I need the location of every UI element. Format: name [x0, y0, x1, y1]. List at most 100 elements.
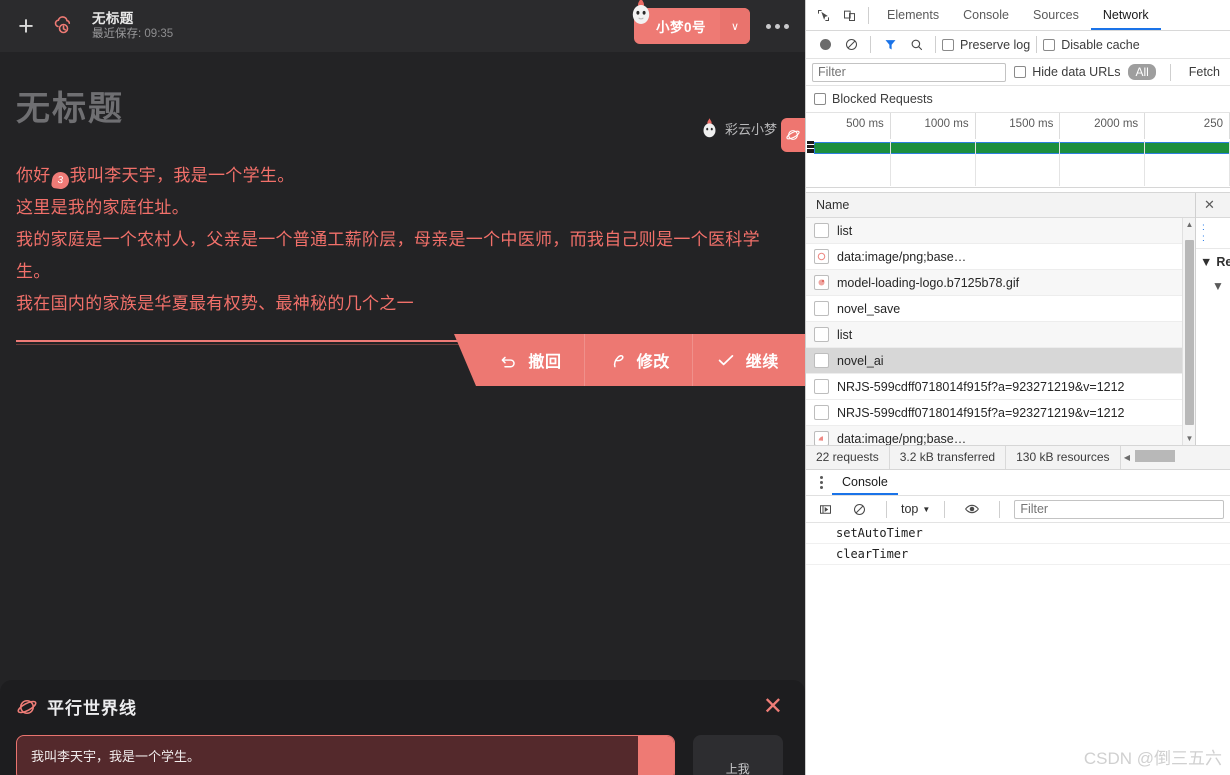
- table-row[interactable]: model-loading-logo.b7125b78.gif: [806, 270, 1195, 296]
- detail-headers-preview: ::: [1196, 218, 1230, 249]
- type-chip-all[interactable]: All: [1128, 64, 1156, 80]
- clear-circle-slash-icon: [853, 503, 865, 515]
- check-icon: [718, 355, 734, 366]
- tab-elements[interactable]: Elements: [875, 0, 951, 30]
- chevron-down-icon: ▼: [922, 504, 931, 514]
- filter-toggle-button[interactable]: [877, 32, 903, 58]
- devtools-tabbar: Elements Console Sources Network: [806, 0, 1230, 31]
- novel-paragraph: 你好 3 我叫李天宇，我是一个学生。: [16, 160, 775, 192]
- document-title: 无标题: [92, 11, 134, 26]
- request-list-scrollbar[interactable]: ▲ ▼: [1182, 218, 1195, 445]
- worldline-side-tab[interactable]: [781, 118, 805, 152]
- scrollbar-thumb[interactable]: [1185, 240, 1194, 425]
- continue-label: 继续: [745, 354, 779, 371]
- request-name: novel_ai: [837, 353, 884, 368]
- table-row[interactable]: NRJS-599cdff0718014f915f?a=923271219&v=1…: [806, 400, 1195, 426]
- undo-label: 撤回: [528, 354, 562, 371]
- novel-title[interactable]: 无标题: [16, 86, 775, 132]
- funnel-filter-icon: [885, 40, 895, 50]
- network-toolbar: Preserve log Disable cache: [806, 31, 1230, 59]
- console-clear-button[interactable]: [846, 496, 872, 522]
- novel-text-body[interactable]: 你好 3 我叫李天宇，我是一个学生。 这里是我的家庭住址。 我的家庭是一个农村人，父…: [16, 160, 775, 320]
- paragraph-text: 我叫李天宇，我是一个学生。: [69, 166, 295, 185]
- tab-sources[interactable]: Sources: [1021, 0, 1091, 30]
- scroll-left-icon[interactable]: ◀: [1123, 453, 1132, 462]
- undo-button[interactable]: 撤回: [476, 334, 585, 386]
- console-filter-input[interactable]: Filter: [1014, 499, 1224, 519]
- chevron-down-icon[interactable]: ∨: [720, 8, 750, 44]
- clear-circle-slash-icon: [845, 38, 857, 51]
- console-toolbar: top ▼ Filter: [806, 496, 1230, 523]
- horizontal-scrollbar[interactable]: ◀: [1120, 446, 1230, 469]
- console-output[interactable]: setAutoTimer clearTimer CSDN @倒三五六: [806, 523, 1230, 775]
- worldline-card[interactable]: 我叫李天宇，我是一个学生。: [16, 735, 675, 775]
- table-row[interactable]: novel_ai: [806, 348, 1195, 374]
- live-expression-button[interactable]: [959, 496, 985, 522]
- request-list[interactable]: list data:image/png;base… model-loading-…: [806, 218, 1195, 445]
- more-options-button[interactable]: [762, 18, 793, 35]
- network-filter-input[interactable]: Filter: [812, 62, 1007, 82]
- record-button[interactable]: [812, 32, 838, 58]
- detail-close-button[interactable]: ✕: [1196, 193, 1230, 218]
- eye-live-expression-icon: [965, 504, 980, 514]
- blocked-requests-checkbox[interactable]: Blocked Requests: [814, 92, 933, 106]
- console-context-selector[interactable]: top ▼: [901, 502, 930, 516]
- request-headers-group[interactable]: ▼ Re: [1196, 249, 1230, 275]
- checkbox-icon: [1043, 38, 1056, 51]
- persona-selector[interactable]: 小梦0号 ∨: [632, 0, 750, 44]
- console-line: clearTimer: [806, 544, 1230, 565]
- device-toolbar-button[interactable]: [836, 2, 862, 28]
- persona-name: 小梦0号: [655, 20, 706, 35]
- scroll-down-icon[interactable]: ▼: [1185, 434, 1194, 443]
- table-row[interactable]: list: [806, 218, 1195, 244]
- triangle-down-icon: ▼: [1212, 279, 1224, 293]
- worldline-card-list: 我叫李天宇，我是一个学生。 上我: [16, 735, 783, 775]
- console-sidebar-button[interactable]: [812, 496, 838, 522]
- type-chip-fetch[interactable]: Fetch: [1185, 64, 1224, 80]
- revision-count-badge[interactable]: 3: [50, 170, 70, 191]
- brand-watermark: 彩云小梦: [700, 118, 777, 139]
- cloud-sync-button[interactable]: [46, 9, 80, 43]
- tab-console[interactable]: Console: [951, 0, 1021, 30]
- request-count: 22 requests: [806, 446, 890, 469]
- close-icon[interactable]: ✕: [763, 694, 783, 718]
- table-row[interactable]: data:image/png;base…: [806, 244, 1195, 270]
- clear-network-button[interactable]: [838, 32, 864, 58]
- more-horizontal-icon: [766, 23, 771, 29]
- image-icon: [814, 249, 829, 264]
- hide-data-urls-checkbox[interactable]: Hide data URLs: [1014, 65, 1120, 79]
- new-document-button[interactable]: +: [8, 8, 44, 44]
- table-row[interactable]: novel_save: [806, 296, 1195, 322]
- hide-data-urls-label: Hide data URLs: [1032, 65, 1121, 79]
- request-name: list: [837, 327, 853, 342]
- drawer-tab-console[interactable]: Console: [832, 470, 898, 495]
- document-saved-status: 最近保存: 09:35: [92, 27, 173, 42]
- preserve-log-checkbox[interactable]: Preserve log: [942, 38, 1030, 52]
- request-name: data:image/png;base…: [837, 431, 967, 446]
- request-headers-label: Re: [1216, 255, 1230, 269]
- detail-subgroup[interactable]: ▼: [1196, 275, 1230, 297]
- table-row[interactable]: list: [806, 322, 1195, 348]
- table-row[interactable]: NRJS-599cdff0718014f915f?a=923271219&v=1…: [806, 374, 1195, 400]
- request-column-header[interactable]: Name: [806, 193, 1195, 218]
- tab-network[interactable]: Network: [1091, 0, 1161, 30]
- modify-button[interactable]: 修改: [585, 334, 693, 386]
- worldline-card[interactable]: 上我: [692, 735, 783, 775]
- inspect-element-button[interactable]: [810, 2, 836, 28]
- search-button[interactable]: [903, 32, 929, 58]
- table-row[interactable]: data:image/png;base…: [806, 426, 1195, 445]
- scroll-up-icon[interactable]: ▲: [1185, 220, 1194, 229]
- worldline-drawer-title: 平行世界线: [47, 699, 137, 718]
- disable-cache-checkbox[interactable]: Disable cache: [1043, 38, 1140, 52]
- search-icon: [911, 39, 922, 51]
- request-name: NRJS-599cdff0718014f915f?a=923271219&v=1…: [837, 379, 1125, 394]
- timeline-gridlines: [806, 141, 1230, 186]
- action-toolbar: 撤回 修改 继续: [454, 334, 805, 386]
- network-overview-timeline[interactable]: 500 ms 1000 ms 1500 ms 2000 ms 250: [806, 113, 1230, 193]
- more-vertical-icon[interactable]: [810, 476, 832, 489]
- worldline-card-text: 上我: [725, 762, 750, 775]
- toolbar-divider: [868, 6, 869, 24]
- continue-button[interactable]: 继续: [693, 334, 805, 386]
- request-name: model-loading-logo.b7125b78.gif: [837, 275, 1020, 290]
- scrollbar-thumb[interactable]: [1134, 450, 1175, 462]
